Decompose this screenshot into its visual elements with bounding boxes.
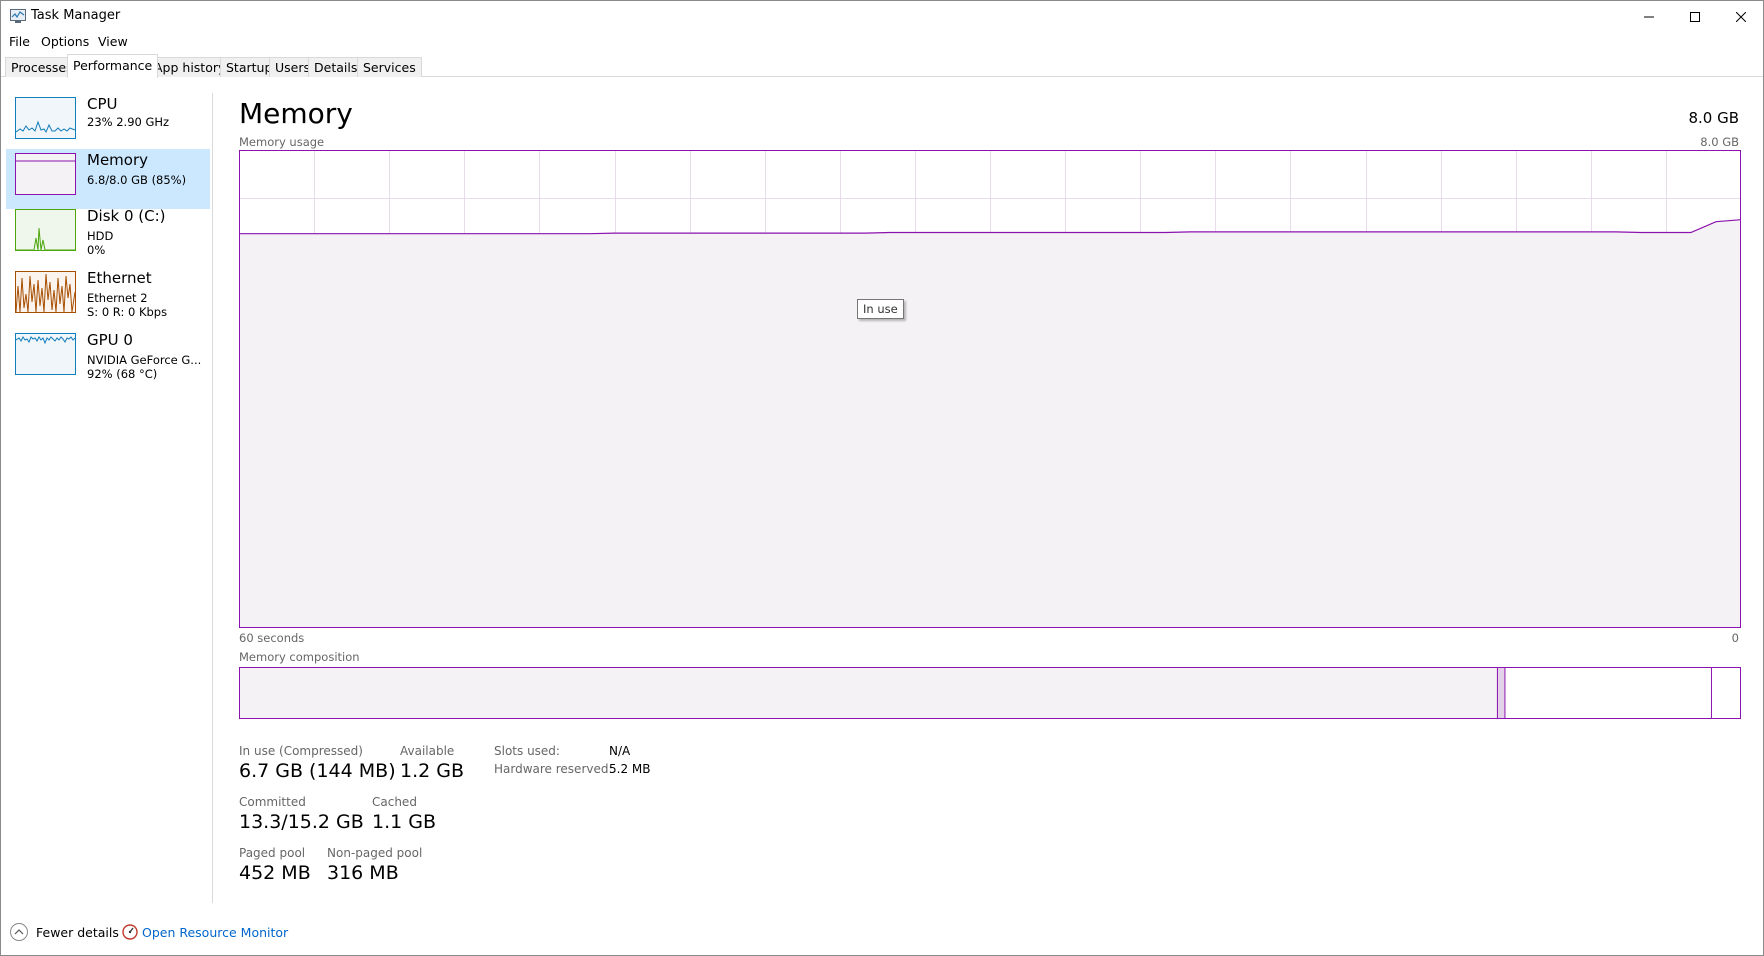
sidebar-item-disk[interactable]: Disk 0 (C:) HDD 0% [6,205,210,265]
cpu-thumbnail-graph [15,97,76,139]
sidebar-gpu-usage: 92% (68 °C) [87,367,158,381]
sidebar-memory-detail: 6.8/8.0 GB (85%) [87,173,187,187]
menu-view[interactable]: View [98,34,128,49]
sidebar-gpu-model: NVIDIA GeForce G... [87,353,202,367]
sidebar-item-cpu[interactable]: CPU 23% 2.90 GHz [6,93,210,153]
menu-file[interactable]: File [9,34,30,49]
resource-monitor-icon[interactable] [122,924,138,940]
hardware-reserved-label: Hardware reserved: [494,762,613,776]
tab-performance[interactable]: Performance [67,54,159,78]
sidebar-ethernet-title: Ethernet [87,269,152,287]
tab-details[interactable]: Details [308,57,364,77]
sidebar-item-ethernet[interactable]: Ethernet Ethernet 2 S: 0 R: 0 Kbps [6,267,210,327]
sidebar-item-memory[interactable]: Memory 6.8/8.0 GB (85%) [6,149,210,209]
task-manager-window: Task Manager File Options View Processes… [0,0,1764,956]
committed-label: Committed [239,795,306,809]
composition-standby [1504,668,1711,718]
non-paged-pool-value: 316 MB [327,862,399,884]
footer-bar: Fewer details Open Resource Monitor [1,919,1763,949]
ethernet-thumbnail-graph [15,271,76,313]
cached-value: 1.1 GB [372,811,437,833]
minimize-icon [1644,16,1654,17]
sidebar-ethernet-adapter: Ethernet 2 [87,291,148,305]
memory-usage-label: Memory usage [239,135,325,149]
maximize-button[interactable] [1672,1,1718,32]
disk-thumbnail-graph [15,209,76,251]
in-use-value: 6.7 GB (144 MB) [239,760,396,782]
close-icon [1736,11,1746,22]
memory-composition-label: Memory composition [239,650,360,664]
time-axis-left-label: 60 seconds [239,631,305,645]
title-bar: Task Manager [1,1,1763,32]
in-use-tooltip: In use [857,299,904,319]
memory-thumbnail-graph [15,153,76,195]
fewer-details-button[interactable]: Fewer details [36,925,119,940]
non-paged-pool-label: Non-paged pool [327,846,423,860]
maximize-icon [1690,11,1700,22]
chevron-up-icon[interactable] [10,923,28,941]
tab-services[interactable]: Services [357,57,422,77]
menu-options[interactable]: Options [41,34,89,49]
menu-bar: File Options View [1,32,1763,52]
sidebar-ethernet-throughput: S: 0 R: 0 Kbps [87,305,168,319]
sidebar-cpu-detail: 23% 2.90 GHz [87,115,170,129]
paged-pool-label: Paged pool [239,846,306,860]
slots-used-value: N/A [609,744,631,758]
memory-usage-max: 8.0 GB [1700,135,1739,149]
sidebar-disk-title: Disk 0 (C:) [87,207,166,225]
composition-modified [1496,668,1505,718]
composition-free [1710,668,1736,718]
memory-usage-area [239,219,1741,628]
available-label: Available [400,744,455,758]
tab-app-history[interactable]: App history [148,57,232,77]
available-value: 1.2 GB [400,760,465,782]
gpu-thumbnail-graph [15,333,76,375]
slots-used-label: Slots used: [494,744,560,758]
cached-label: Cached [372,795,417,809]
open-resource-monitor-link[interactable]: Open Resource Monitor [142,925,288,940]
committed-value: 13.3/15.2 GB [239,811,364,833]
memory-composition-bar [239,667,1741,719]
hardware-reserved-value: 5.2 MB [609,762,651,776]
performance-sidebar: CPU 23% 2.90 GHz Memory 6.8/8.0 GB (85%)… [1,93,213,903]
page-title: Memory [239,97,353,130]
window-title: Task Manager [31,8,121,23]
task-manager-icon [10,9,26,23]
total-memory: 8.0 GB [1688,109,1739,127]
memory-usage-chart [239,150,1741,628]
minimize-button[interactable] [1626,1,1672,32]
sidebar-disk-usage: 0% [87,243,106,257]
time-axis-right-label: 0 [1731,631,1739,645]
sidebar-memory-title: Memory [87,151,149,169]
tab-bar: Processes Performance App history Startu… [1,54,1763,78]
sidebar-item-gpu[interactable]: GPU 0 NVIDIA GeForce G... 92% (68 °C) [6,329,210,389]
close-button[interactable] [1718,1,1764,32]
in-use-label: In use (Compressed) [239,744,363,758]
sidebar-gpu-title: GPU 0 [87,331,133,349]
composition-in-use [239,668,1497,718]
sidebar-disk-type: HDD [87,229,114,243]
sidebar-cpu-title: CPU [87,95,118,113]
paged-pool-value: 452 MB [239,862,311,884]
